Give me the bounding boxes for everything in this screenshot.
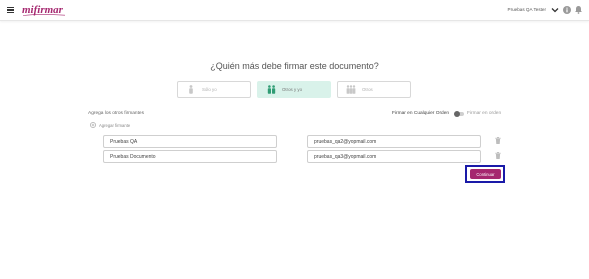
people-icon <box>266 85 276 95</box>
user-name[interactable]: Pruebas QA Tester <box>508 7 546 12</box>
mifirmar-logo[interactable]: mifirmar <box>21 2 67 18</box>
option-label: Otros <box>362 87 373 92</box>
add-signer-label: Agregar firmante <box>99 122 131 128</box>
add-signers-label: Agrega los otros firmantes <box>88 111 144 116</box>
chevron-down-icon[interactable] <box>551 6 559 14</box>
option-label: Otros y yo <box>282 87 303 92</box>
continue-button[interactable]: Continuar <box>470 169 501 179</box>
person-icon <box>186 85 196 95</box>
info-icon[interactable] <box>563 6 571 14</box>
add-circle-icon <box>90 122 96 128</box>
top-bar: mifirmar Pruebas QA Tester <box>0 0 589 21</box>
bell-icon[interactable] <box>574 5 583 14</box>
sign-any-order-label[interactable]: Firmar en Cualquier Orden <box>392 111 449 116</box>
option-otros[interactable]: Otros <box>337 81 411 98</box>
sign-in-order-label[interactable]: Firmar en orden <box>467 111 501 116</box>
page-title: ¿Quién más debe firmar este documento? <box>210 61 379 71</box>
group-icon <box>346 85 356 95</box>
signer-email-field[interactable] <box>307 135 481 148</box>
sign-order-toggle[interactable] <box>454 111 464 117</box>
trash-icon[interactable] <box>495 137 501 144</box>
signer-name-field[interactable] <box>103 135 277 148</box>
signer-name-field[interactable] <box>103 150 277 163</box>
option-label: Sólo yo <box>202 87 217 92</box>
add-signer-link[interactable]: Agregar firmante <box>90 122 130 128</box>
option-solo-yo[interactable]: Sólo yo <box>177 81 251 98</box>
trash-icon[interactable] <box>495 152 501 159</box>
option-otros-y-yo[interactable]: Otros y yo <box>257 81 331 98</box>
signer-email-field[interactable] <box>307 150 481 163</box>
menu-icon[interactable] <box>7 7 14 14</box>
